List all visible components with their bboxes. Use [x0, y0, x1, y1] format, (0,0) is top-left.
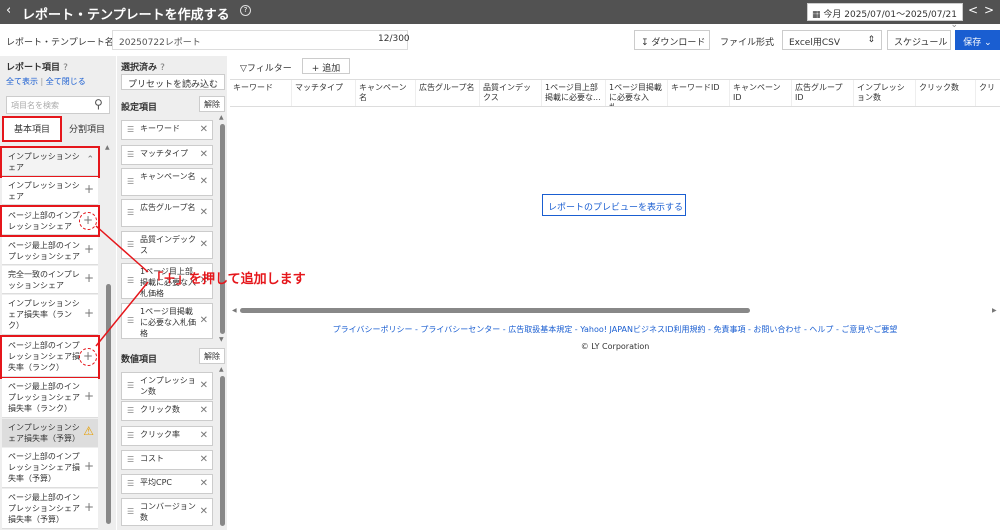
instruction-annotation: 「＋」を押して追加します [150, 272, 306, 287]
annotation-lines [95, 225, 149, 347]
